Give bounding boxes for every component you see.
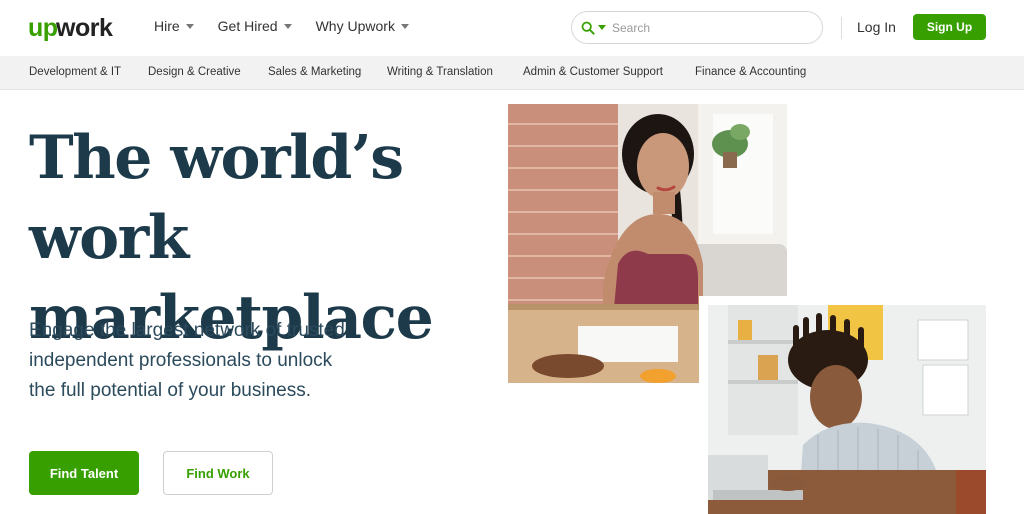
nav-get-hired[interactable]: Get Hired xyxy=(218,18,292,34)
chevron-down-icon xyxy=(400,23,409,29)
upwork-logo[interactable]: up work xyxy=(28,10,116,44)
hero-subtext-line3: the full potential of your business. xyxy=(29,380,312,401)
nav-why-upwork[interactable]: Why Upwork xyxy=(316,18,409,34)
signup-button[interactable]: Sign Up xyxy=(913,14,986,40)
category-writing-translation[interactable]: Writing & Translation xyxy=(387,66,493,78)
category-bar: Development & IT Design & Creative Sales… xyxy=(0,56,1024,90)
top-header: up work Hire Get Hired Why Upwork Log In… xyxy=(0,0,1024,56)
chevron-down-icon xyxy=(185,23,194,29)
main-nav: Hire Get Hired Why Upwork xyxy=(154,18,433,34)
find-talent-button[interactable]: Find Talent xyxy=(29,451,139,495)
login-link[interactable]: Log In xyxy=(857,19,896,35)
header-divider xyxy=(841,17,842,39)
category-finance-accounting[interactable]: Finance & Accounting xyxy=(695,66,806,78)
search-icon[interactable] xyxy=(581,21,595,35)
hero-photo-man-illustration xyxy=(708,305,986,514)
nav-hire[interactable]: Hire xyxy=(154,18,194,34)
hero-subtext-line1: Engage the largest network of trusted xyxy=(29,320,345,341)
hero-headline-line1: The world’s work xyxy=(29,123,404,273)
logo-work: work xyxy=(55,14,113,42)
logo-up: up xyxy=(28,14,58,42)
search-input[interactable] xyxy=(612,20,802,35)
category-development-it[interactable]: Development & IT xyxy=(29,66,121,78)
upwork-logo-mark: up work xyxy=(28,14,113,42)
nav-hire-label: Hire xyxy=(154,18,180,34)
hero-subtext: Engage the largest network of trusted in… xyxy=(29,316,429,406)
nav-why-upwork-label: Why Upwork xyxy=(315,18,395,34)
search-box[interactable] xyxy=(571,11,823,44)
hero-photo-man xyxy=(708,305,986,514)
nav-get-hired-label: Get Hired xyxy=(217,18,278,34)
search-scope-chevron-icon[interactable] xyxy=(598,25,606,30)
category-sales-marketing[interactable]: Sales & Marketing xyxy=(268,66,361,78)
category-design-creative[interactable]: Design & Creative xyxy=(148,66,241,78)
find-work-button[interactable]: Find Work xyxy=(163,451,273,495)
hero-subtext-line2: independent professionals to unlock xyxy=(29,350,333,371)
category-admin-support[interactable]: Admin & Customer Support xyxy=(523,66,663,78)
chevron-down-icon xyxy=(283,23,292,29)
